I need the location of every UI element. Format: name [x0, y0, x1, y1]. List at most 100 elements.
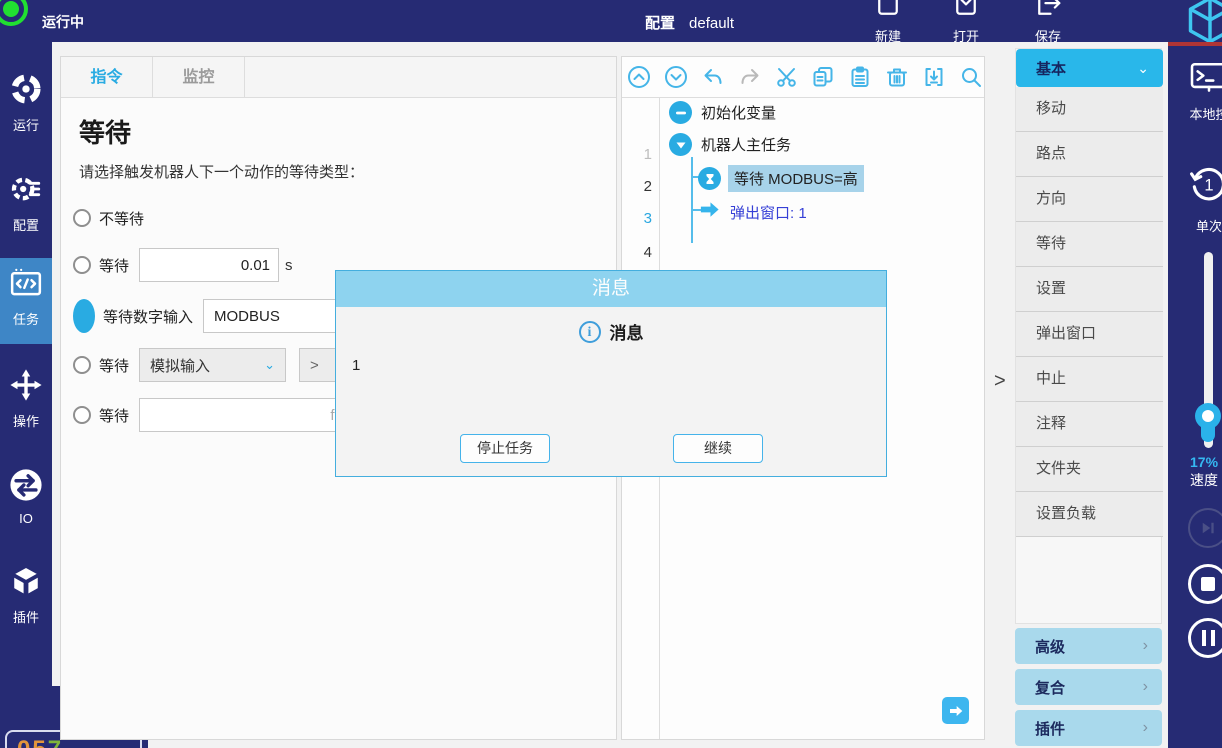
message-dialog: 消息 i 消息 1 停止任务 继续 — [335, 270, 887, 477]
category-label: 基本 — [1036, 58, 1066, 79]
paste-icon[interactable] — [847, 64, 873, 90]
tree-row-main-task[interactable]: 机器人主任务 — [669, 133, 791, 156]
sidebar-item-plugin[interactable]: 插件 — [0, 556, 52, 648]
option-label: 等待数字输入 — [103, 306, 193, 327]
left-nav-sidebar: 运行 配置 任务 操作 IO 插件 — [0, 42, 52, 748]
panel-expander[interactable]: > — [985, 56, 1015, 740]
chevron-right-icon: › — [1143, 719, 1148, 737]
tree-row-label: 等待 MODBUS=高 — [728, 165, 864, 192]
instruction-item-wait[interactable]: 等待 — [1016, 222, 1163, 267]
radio-wait-digital-input[interactable] — [73, 299, 95, 333]
open-button[interactable]: 打开 — [936, 0, 996, 42]
undo-icon[interactable] — [700, 64, 726, 90]
instruction-library-panel: 基本 ⌄ 移动 路点 方向 等待 设置 弹出窗口 中止 注释 文件夹 设置负载 — [1015, 48, 1162, 624]
triangle-down-icon — [669, 133, 692, 156]
sidebar-item-label: 操作 — [0, 411, 52, 430]
search-icon[interactable] — [958, 64, 984, 90]
sidebar-item-config[interactable]: 配置 — [0, 164, 52, 256]
delete-trash-icon[interactable] — [884, 64, 910, 90]
category-plugin[interactable]: 插件 › — [1015, 710, 1162, 746]
radio-wait-expression[interactable] — [73, 406, 91, 424]
wait-seconds-input[interactable]: 0.01 — [139, 248, 279, 282]
run-icon — [9, 93, 43, 110]
open-button-label: 打开 — [936, 26, 996, 42]
wait-option-time: 等待 0.01 s — [73, 247, 293, 283]
fold-lines-icon[interactable] — [921, 64, 947, 90]
new-button-label: 新建 — [858, 26, 918, 42]
instruction-item-set[interactable]: 设置 — [1016, 267, 1163, 312]
tree-row-label: 机器人主任务 — [701, 134, 791, 155]
radio-no-wait[interactable] — [73, 209, 91, 227]
option-label: 等待 — [99, 255, 129, 276]
sidebar-item-io[interactable]: IO — [0, 460, 52, 550]
stop-button[interactable] — [1188, 564, 1222, 604]
step-forward-button[interactable] — [942, 697, 969, 724]
continue-button[interactable]: 继续 — [673, 434, 763, 463]
instruction-item-folder[interactable]: 文件夹 — [1016, 447, 1163, 492]
radio-wait-analog-input[interactable] — [73, 356, 91, 374]
wait-option-analog-input: 等待 模拟输入 ⌄ > — [73, 347, 379, 383]
line-number: 1 — [644, 146, 652, 163]
dialog-heading: 消息 — [610, 319, 644, 344]
expand-all-icon[interactable] — [663, 64, 689, 90]
speed-slider-thumb[interactable] — [1195, 403, 1221, 429]
stop-icon — [1201, 577, 1215, 591]
sidebar-item-run[interactable]: 运行 — [0, 64, 52, 156]
instruction-item-payload[interactable]: 设置负载 — [1016, 492, 1163, 537]
svg-text:1: 1 — [1204, 176, 1213, 194]
option-label: 等待 — [99, 405, 129, 426]
chevron-down-icon: ⌄ — [1137, 60, 1149, 77]
instruction-item-popup[interactable]: 弹出窗口 — [1016, 312, 1163, 357]
hourglass-icon — [698, 167, 721, 190]
instruction-item-waypoint[interactable]: 路点 — [1016, 132, 1163, 177]
tab-monitor[interactable]: 监控 — [153, 57, 245, 98]
cut-icon[interactable] — [774, 64, 800, 90]
option-label: 等待 — [99, 355, 129, 376]
radio-wait-time[interactable] — [73, 256, 91, 274]
config-selector[interactable]: 配置default — [645, 12, 734, 33]
tab-bar: 指令 监控 — [61, 57, 616, 98]
instruction-item-abort[interactable]: 中止 — [1016, 357, 1163, 402]
local-control-button[interactable]: 本地控 — [1174, 60, 1222, 123]
brand-logo-icon — [1184, 0, 1222, 42]
category-composite[interactable]: 复合 › — [1015, 669, 1162, 705]
category-basic-header[interactable]: 基本 ⌄ — [1016, 49, 1163, 87]
single-run-button[interactable]: 1 单次 — [1174, 162, 1222, 235]
save-button-label: 保存 — [1018, 26, 1078, 42]
cube-icon — [9, 585, 43, 602]
tab-instruction[interactable]: 指令 — [61, 57, 153, 98]
instruction-item-comment[interactable]: 注释 — [1016, 402, 1163, 447]
redo-icon[interactable] — [737, 64, 763, 90]
collapse-all-icon[interactable] — [626, 64, 652, 90]
speed-label: 速度 — [1190, 470, 1218, 490]
instruction-item-move[interactable]: 移动 — [1016, 87, 1163, 132]
new-button[interactable]: 新建 — [858, 0, 918, 42]
save-button[interactable]: 保存 — [1018, 0, 1078, 42]
dialog-titlebar[interactable]: 消息 — [336, 271, 886, 307]
dialog-heading-row: i 消息 — [336, 319, 886, 344]
local-control-label: 本地控 — [1174, 104, 1222, 123]
sidebar-item-task[interactable]: 任务 — [0, 258, 52, 344]
chevron-right-icon: > — [994, 370, 1006, 393]
analog-input-select[interactable]: 模拟输入 ⌄ — [139, 348, 286, 382]
step-button[interactable] — [1188, 508, 1222, 548]
line-number: 4 — [644, 244, 652, 261]
sidebar-item-operate[interactable]: 操作 — [0, 360, 52, 452]
line-number: 3 — [644, 210, 652, 227]
gear-icon — [9, 193, 43, 210]
instruction-item-direction[interactable]: 方向 — [1016, 177, 1163, 222]
config-label: 配置 — [645, 15, 675, 32]
tree-row-init-variables[interactable]: 初始化变量 — [669, 101, 776, 124]
new-file-icon — [858, 0, 918, 25]
stop-task-button[interactable]: 停止任务 — [460, 434, 550, 463]
category-advanced[interactable]: 高级 › — [1015, 628, 1162, 664]
pause-button[interactable] — [1188, 618, 1222, 658]
chevron-down-icon: ⌄ — [264, 357, 275, 373]
task-code-icon — [8, 287, 44, 304]
category-label: 高级 — [1035, 636, 1065, 657]
copy-icon[interactable] — [811, 64, 837, 90]
tree-row-popup[interactable]: 弹出窗口: 1 — [698, 198, 807, 226]
wait-option-expression: 等待 f(x) — [73, 397, 361, 433]
tree-row-wait-modbus[interactable]: 等待 MODBUS=高 — [698, 165, 864, 192]
expression-input[interactable]: f(x) — [139, 398, 361, 432]
